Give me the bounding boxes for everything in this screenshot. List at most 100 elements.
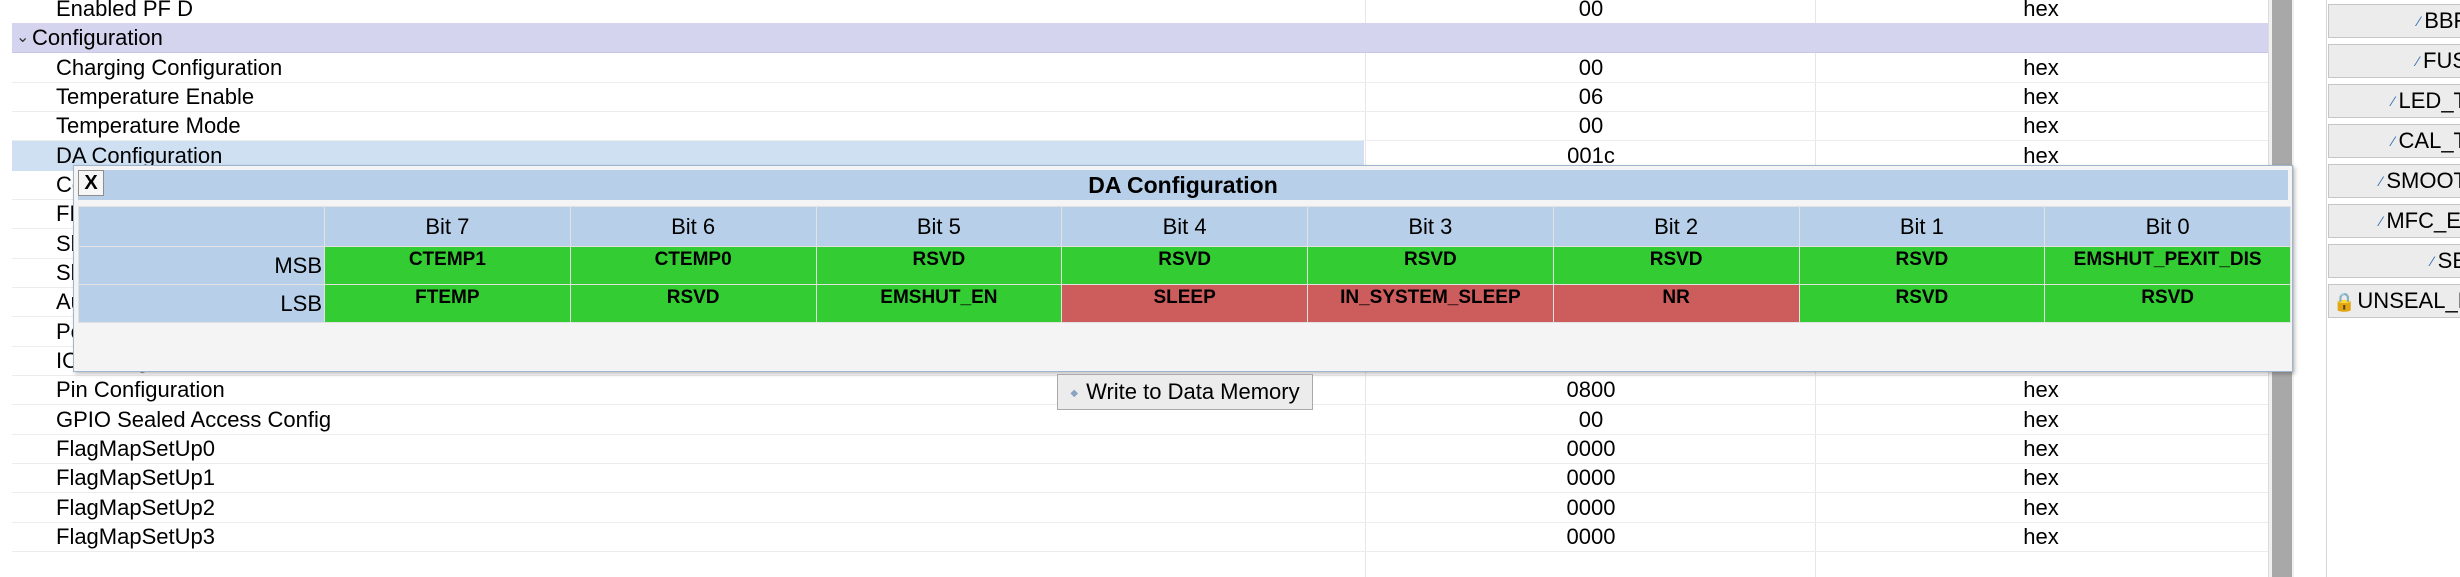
byte-label: LSB	[78, 284, 325, 323]
row-unit: hex	[2023, 0, 2059, 21]
bit-toggle-cell[interactable]: RSVD	[1798, 284, 2046, 323]
table-row[interactable]: Temperature Enable 06 hex	[12, 82, 2268, 112]
bit-toggle-cell[interactable]: SLEEP	[1061, 284, 1308, 323]
row-unit	[1816, 23, 2266, 53]
byte-label: MSB	[78, 246, 325, 285]
command-button-label: UNSEAL_FU	[2357, 288, 2460, 313]
table-corner	[78, 206, 325, 247]
pin-icon: ⁄	[2379, 173, 2383, 189]
table-row[interactable]: FlagMapSetUp2 0000 hex	[12, 493, 2268, 523]
table-row[interactable]: Charging Configuration 00 hex	[12, 53, 2268, 83]
panel-divider	[2326, 0, 2327, 577]
table-row[interactable]: FlagMapSetUp0 0000 hex	[12, 434, 2268, 464]
row-value[interactable]: 0800	[1366, 375, 1816, 405]
command-button-label: FUS	[2423, 48, 2460, 73]
bit-toggle-cell[interactable]: CTEMP0	[569, 246, 817, 285]
pin-icon: ⁄	[2379, 213, 2383, 229]
bit-column-header: Bit 4	[1061, 206, 1308, 247]
row-value[interactable]: 00	[1366, 111, 1816, 141]
command-button[interactable]: ⁄ SMOOT	[2328, 164, 2460, 198]
row-value[interactable]: 0000	[1366, 463, 1816, 493]
row-value[interactable]: 0000	[1366, 522, 1816, 552]
row-unit: hex	[2023, 377, 2059, 402]
command-button[interactable]: 🔒UNSEAL_FU	[2328, 284, 2460, 318]
bit-rows: MSB CTEMP1 CTEMP0 RSVD RSVD RSVD RSVD RSVD EMSHU…	[78, 246, 2291, 323]
bit-toggle-cell[interactable]: RSVD	[1061, 246, 1308, 285]
bit-toggle-cell[interactable]: FTEMP	[324, 284, 571, 323]
command-button[interactable]: ⁄BBF	[2328, 4, 2460, 38]
command-button-label: BBF	[2424, 8, 2460, 33]
bit-toggle-cell[interactable]: CTEMP1	[324, 246, 571, 285]
row-unit: hex	[2023, 436, 2059, 461]
da-configuration-dialog: DA Configuration X Bit 7 Bit 6 Bit 5 Bit 4B…	[73, 165, 2293, 410]
bit-toggle-cell[interactable]: RSVD	[2044, 284, 2291, 323]
bit-column-header: Bit 2	[1552, 206, 1800, 247]
write-to-data-memory-button[interactable]: ◆ Write to Data Memory	[1057, 374, 1313, 410]
command-button-panel: ⁄BBF⁄FUS⁄LED_T⁄CAL_T⁄SMOOT⁄MFC_EI⁄SE🔒UNS…	[2294, 0, 2460, 577]
command-button-label: LED_T	[2398, 88, 2460, 113]
bit-column-header: Bit 6	[569, 206, 817, 247]
command-button[interactable]: ⁄SE	[2328, 244, 2460, 278]
bit-toggle-cell[interactable]: RSVD	[569, 284, 817, 323]
table-row[interactable]: FlagMapSetUp1 0000 hex	[12, 463, 2268, 493]
pin-icon: ⁄	[2392, 133, 2395, 149]
row-value[interactable]	[1366, 23, 1816, 53]
close-button[interactable]: X	[78, 170, 104, 196]
bit-row-lsb: LSB FTEMP RSVD EMSHUT_EN SLEEP IN_SYSTEM_SLEE…	[78, 284, 2291, 323]
lock-icon: 🔒	[2333, 292, 2356, 312]
row-name: FlagMapSetUp3	[56, 524, 215, 549]
row-name: Configuration	[32, 25, 163, 50]
row-unit: hex	[2023, 84, 2059, 109]
row-unit: hex	[2023, 113, 2059, 138]
row-value[interactable]: 0000	[1366, 493, 1816, 523]
bit-toggle-cell[interactable]: IN_SYSTEM_SLEEP	[1307, 284, 1554, 323]
bit-toggle-cell[interactable]: EMSHUT_EN	[815, 284, 1063, 323]
row-value[interactable]: 0000	[1366, 434, 1816, 464]
bit-toggle-cell[interactable]: RSVD	[1552, 246, 1800, 285]
table-row[interactable]: FlagMapSetUp3 0000 hex	[12, 522, 2268, 552]
row-unit: hex	[2023, 495, 2059, 520]
row-unit: hex	[2023, 55, 2059, 80]
row-name: Enabled PF D	[56, 0, 193, 21]
row-name: Charging Configuration	[56, 55, 283, 80]
pin-icon: ⁄	[2416, 53, 2419, 69]
command-button[interactable]: ⁄FUS	[2328, 44, 2460, 78]
table-row[interactable]: Enabled PF D 00 hex	[12, 0, 2268, 24]
bit-row-msb: MSB CTEMP1 CTEMP0 RSVD RSVD RSVD RSVD RSVD EMSHU…	[78, 246, 2291, 285]
group-row[interactable]: ⌄ Configuration	[12, 23, 2268, 53]
row-name: Temperature Enable	[56, 84, 255, 109]
bit-column-header: Bit 3	[1307, 206, 1554, 247]
row-unit: hex	[2023, 524, 2059, 549]
dialog-title: DA Configuration	[78, 170, 2288, 200]
bit-toggle-cell[interactable]: RSVD	[815, 246, 1063, 285]
pin-icon: ⁄	[2417, 13, 2421, 29]
command-button-label: SE	[2437, 248, 2460, 273]
bit-column-header: Bit 0	[2044, 206, 2291, 247]
bit-toggle-cell[interactable]: NR	[1552, 284, 1800, 323]
bit-toggle-cell[interactable]: EMSHUT_PEXIT_DIS	[2044, 246, 2291, 285]
row-value[interactable]: 06	[1366, 82, 1816, 112]
row-value[interactable]: 00	[1366, 405, 1816, 435]
bit-toggle-cell[interactable]: RSVD	[1307, 246, 1554, 285]
command-button[interactable]: ⁄ MFC_EI	[2328, 204, 2460, 238]
bit-column-header: Bit 1	[1798, 206, 2046, 247]
bit-header-row: Bit 7 Bit 6 Bit 5 Bit 4 Bit 3 Bit 2 Bit 1 Bit 0	[78, 206, 2291, 247]
pin-icon: ⁄	[2431, 253, 2434, 269]
bit-column-header: Bit 7	[324, 206, 571, 247]
row-name: FlagMapSetUp2	[56, 495, 215, 520]
bit-toggle-cell[interactable]: RSVD	[1798, 246, 2046, 285]
row-unit: hex	[2023, 407, 2059, 432]
row-unit: hex	[2023, 465, 2059, 490]
row-name: FlagMapSetUp1	[56, 465, 215, 490]
chevron-down-icon[interactable]: ⌄	[16, 23, 29, 53]
row-value[interactable]: 00	[1366, 53, 1816, 83]
command-button-label: MFC_EI	[2386, 208, 2460, 233]
row-name: FlagMapSetUp0	[56, 436, 215, 461]
button-bullet-icon: ◆	[1070, 388, 1079, 399]
table-row[interactable]: Temperature Mode 00 hex	[12, 111, 2268, 141]
row-value[interactable]: 00	[1366, 0, 1816, 24]
command-button[interactable]: ⁄CAL_T	[2328, 124, 2460, 158]
write-button-label: Write to Data Memory	[1086, 379, 1300, 404]
command-button[interactable]: ⁄LED_T	[2328, 84, 2460, 118]
pin-icon: ⁄	[2392, 93, 2395, 109]
